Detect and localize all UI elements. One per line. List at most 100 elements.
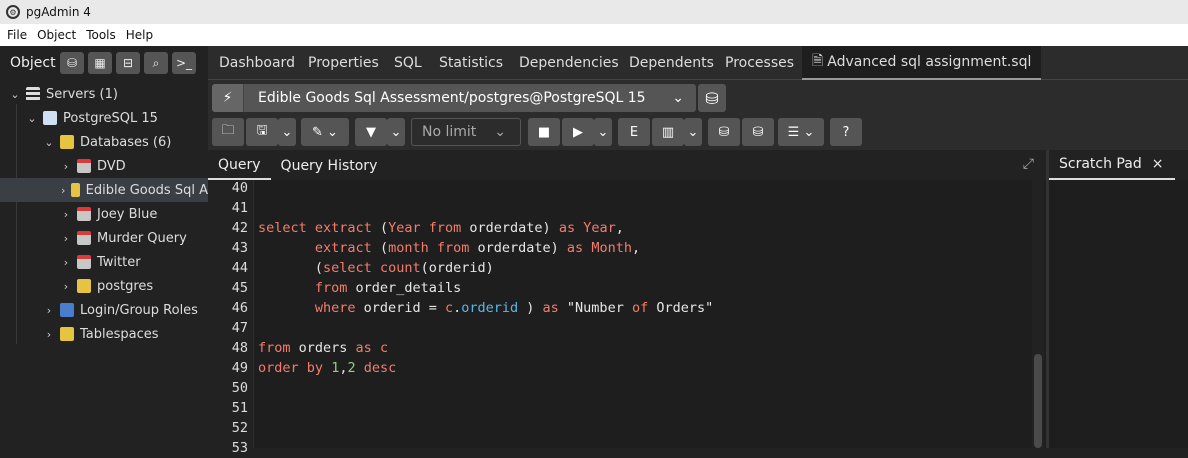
save-file-button[interactable]: 🖫 (246, 118, 278, 146)
execute-button[interactable]: ▶ (562, 118, 594, 146)
psql-terminal-icon[interactable]: >_ (172, 52, 196, 74)
chevron-right-icon[interactable]: › (42, 328, 56, 341)
tab-query-history[interactable]: Query History (271, 152, 388, 180)
chevron-down-icon[interactable]: ⌄ (25, 112, 39, 125)
chevron-down-icon: ⌄ (494, 124, 507, 140)
tree-item-label: postgres (97, 278, 154, 294)
explain-button[interactable]: E (618, 118, 650, 146)
line-number: 53 (231, 440, 248, 456)
line-number: 44 (231, 260, 248, 276)
tree-item-label: Edible Goods Sql A (85, 182, 208, 198)
code-line: extract (month from orderdate) as Month, (314, 240, 641, 256)
stop-button[interactable]: ■ (528, 118, 560, 146)
scratch-pad-textarea[interactable] (1049, 180, 1188, 448)
menu-object[interactable]: Object (37, 28, 76, 42)
line-number: 46 (231, 300, 248, 316)
filter-dropdown-button[interactable]: ⌄ (387, 118, 405, 146)
main-tab-bar: Object E... ⛁ ▦ ⊟ ⌕ >_ Dashboard Propert… (0, 46, 1188, 80)
filter-rows-icon[interactable]: ⊟ (116, 52, 140, 74)
tab-properties[interactable]: Properties (308, 46, 379, 80)
object-explorer-toolbar: ⛁ ▦ ⊟ ⌕ >_ (60, 52, 196, 74)
rollback-button[interactable]: ⛁ (742, 118, 774, 146)
tree-item[interactable]: › Login/Group Roles (0, 298, 208, 322)
tree-item-label: Tablespaces (80, 326, 159, 342)
chevron-right-icon[interactable]: › (42, 304, 56, 317)
chevron-right-icon[interactable]: › (59, 208, 73, 221)
line-number-gutter: 40 41 42 43 44 45 46 47 48 49 50 51 52 53 (208, 180, 254, 456)
tab-sql[interactable]: SQL (394, 46, 422, 80)
chevron-right-icon[interactable]: › (59, 232, 73, 245)
search-icon[interactable]: ⌕ (144, 52, 168, 74)
commit-button[interactable]: ⛁ (708, 118, 740, 146)
tree-item[interactable]: ⌄ Databases (6) (0, 130, 208, 154)
scrollbar-thumb[interactable] (1034, 354, 1042, 448)
tree-item[interactable]: › Murder Query (0, 226, 208, 250)
code-line: (select count(orderid) (258, 260, 494, 276)
tab-query-file[interactable]: 🗎 Advanced sql assignment.sql (802, 46, 1042, 80)
tree-item[interactable]: › DVD (0, 154, 208, 178)
tab-scratch-pad[interactable]: Scratch Pad × (1049, 150, 1175, 180)
tab-statistics[interactable]: Statistics (439, 46, 503, 80)
menu-file[interactable]: File (7, 28, 27, 42)
tree-item[interactable]: ⌄ Servers (1) (0, 82, 208, 106)
chevron-right-icon[interactable]: › (59, 256, 73, 269)
line-number: 49 (231, 360, 248, 376)
line-number: 51 (231, 400, 248, 416)
menu-help[interactable]: Help (126, 28, 153, 42)
chevron-down-icon: ⌄ (672, 90, 684, 106)
tree-item[interactable]: › Twitter (0, 250, 208, 274)
tree-item[interactable]: › Tablespaces (0, 322, 208, 346)
title-bar: ⚙ pgAdmin 4 (0, 0, 1188, 24)
edit-button[interactable]: ✎ ⌄ (301, 118, 349, 146)
tree-item[interactable]: › Joey Blue (0, 202, 208, 226)
code-line: from order_details (314, 280, 462, 296)
connection-label: Edible Goods Sql Assessment/postgres@Pos… (258, 90, 646, 106)
explain-dropdown-button[interactable]: ⌄ (684, 118, 702, 146)
database-folder-icon (60, 135, 74, 149)
tree-item-label: Joey Blue (97, 206, 158, 222)
close-icon[interactable]: × (1152, 156, 1164, 172)
tab-query-file-label: Advanced sql assignment.sql (827, 54, 1032, 70)
database-icon (77, 231, 91, 245)
new-connection-button[interactable]: ⛁ (698, 84, 726, 112)
sql-editor[interactable]: 40 41 42 43 44 45 46 47 48 49 50 51 52 53 select extr… (208, 180, 1046, 456)
database-icon (77, 207, 91, 221)
code-line: select extract (Year from orderdate) as … (258, 220, 624, 236)
tree-item[interactable]: › postgres (0, 274, 208, 298)
chevron-right-icon[interactable]: › (59, 160, 73, 173)
tree-item-label: Murder Query (97, 230, 187, 246)
open-file-button[interactable]: 🗀 (212, 118, 244, 146)
connection-selector[interactable]: ⚡ Edible Goods Sql Assessment/postgres@P… (212, 84, 696, 112)
chevron-right-icon[interactable]: › (59, 280, 73, 293)
database-tool-icon[interactable]: ⛁ (60, 52, 84, 74)
table-view-icon[interactable]: ▦ (88, 52, 112, 74)
row-limit-select[interactable]: No limit ⌄ (411, 118, 521, 146)
row-limit-value: No limit (422, 124, 477, 140)
chevron-down-icon[interactable]: ⌄ (8, 88, 22, 101)
line-number: 52 (231, 420, 248, 436)
explain-analyze-button[interactable]: ▥ (652, 118, 684, 146)
line-number: 45 (231, 280, 248, 296)
macros-button[interactable]: ☰ ⌄ (778, 118, 824, 146)
tab-dependencies[interactable]: Dependencies (519, 46, 619, 80)
code-area[interactable]: select extract (Year from orderdate) as … (258, 180, 1032, 448)
tab-dashboard[interactable]: Dashboard (219, 46, 295, 80)
chevron-down-icon[interactable]: ⌄ (42, 136, 56, 149)
tree-item-label: Servers (1) (46, 86, 118, 102)
tab-dependents[interactable]: Dependents (629, 46, 714, 80)
editor-scrollbar[interactable] (1032, 180, 1044, 448)
chevron-right-icon[interactable]: › (59, 184, 67, 197)
save-dropdown-button[interactable]: ⌄ (278, 118, 296, 146)
connection-plug-icon: ⚡ (212, 84, 244, 112)
maximize-icon[interactable]: ⤢ (1023, 156, 1034, 172)
tab-processes[interactable]: Processes (725, 46, 794, 80)
tree-item[interactable]: ⌄ PostgreSQL 15 (0, 106, 208, 130)
execute-dropdown-button[interactable]: ⌄ (594, 118, 612, 146)
help-button[interactable]: ? (830, 118, 862, 146)
database-icon (77, 279, 91, 293)
tree-item[interactable]: › Edible Goods Sql A (0, 178, 208, 202)
filter-icon[interactable]: ▼ (355, 118, 387, 146)
menu-tools[interactable]: Tools (86, 28, 116, 42)
tab-query[interactable]: Query (208, 152, 271, 180)
tree-item-label: Login/Group Roles (80, 302, 198, 318)
